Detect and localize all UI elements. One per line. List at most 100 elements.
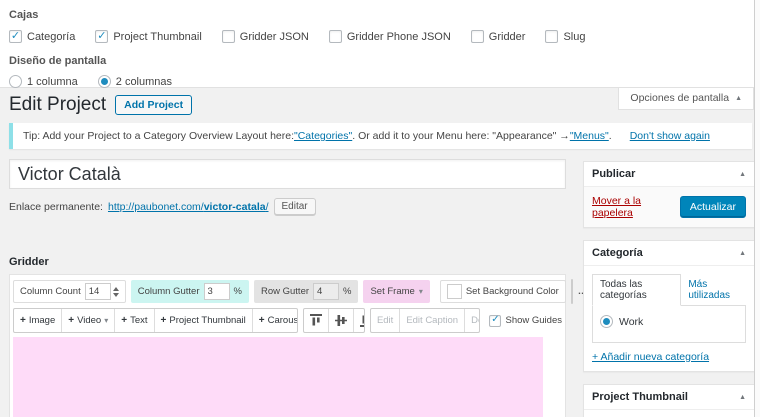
radio-icon[interactable] xyxy=(9,75,22,88)
collapse-arrow-icon[interactable]: ▲ xyxy=(739,250,746,257)
monitor-icon xyxy=(572,285,573,299)
add-new-category-link[interactable]: + Añadir nueva categoría xyxy=(592,351,709,363)
checkbox-icon[interactable] xyxy=(489,314,502,327)
row-gutter-input[interactable] xyxy=(313,283,340,300)
edit-button[interactable]: Edit xyxy=(371,309,401,332)
category-list: Work xyxy=(592,305,746,343)
align-bottom-button[interactable] xyxy=(354,309,364,332)
row-gutter-group: Row Gutter % xyxy=(253,280,359,303)
column-gutter-label: Column Gutter xyxy=(137,286,200,297)
tip-text: . Or add it to your Menu here: "Appearan… xyxy=(352,130,570,142)
tab-most-used[interactable]: Más utilizadas xyxy=(681,275,746,305)
add-project-button[interactable]: Add Project xyxy=(115,95,193,115)
edit-caption-button[interactable]: Edit Caption xyxy=(400,309,466,332)
checkbox-icon[interactable] xyxy=(221,30,235,43)
update-button[interactable]: Actualizar xyxy=(679,196,746,218)
gridder-actions-toolbar: + Image + Video ▾ + Text + Project Thumb… xyxy=(13,308,562,333)
menus-link[interactable]: "Menus" xyxy=(570,130,609,142)
chevron-down-icon: ▾ xyxy=(418,287,423,296)
device-toggle-group xyxy=(570,279,573,304)
checkbox-categoria[interactable]: Categoría xyxy=(9,30,75,43)
set-background-color-button[interactable]: Set Background Color xyxy=(439,280,566,303)
move-to-trash-link[interactable]: Mover a la papelera xyxy=(592,195,680,219)
category-metabox-body: Todas las categorías Más utilizadas Work… xyxy=(584,266,754,371)
page-header: Edit Project Add Project xyxy=(9,94,193,116)
column-count-input[interactable] xyxy=(84,283,111,300)
tip-text: . xyxy=(608,130,612,142)
category-tabs: Todas las categorías Más utilizadas xyxy=(592,274,746,306)
checkbox-gridder[interactable]: Gridder xyxy=(470,30,525,43)
add-text-button[interactable]: + Text xyxy=(115,309,155,332)
plus-icon: + xyxy=(68,315,75,326)
gridder-canvas[interactable] xyxy=(13,337,543,417)
radio-1-column[interactable]: 1 columna xyxy=(9,75,78,88)
edit-group: Edit Edit Caption Delete xyxy=(369,308,481,333)
publish-metabox-header[interactable]: Publicar ▲ xyxy=(584,162,754,187)
category-item-work[interactable]: Work xyxy=(600,315,738,328)
align-top-icon xyxy=(309,314,322,326)
checkbox-icon[interactable] xyxy=(9,30,22,43)
column-gutter-group: Column Gutter % xyxy=(130,280,249,303)
show-guides-toggle[interactable]: Show Guides xyxy=(489,314,562,327)
dont-show-again-link[interactable]: Don't show again xyxy=(630,130,710,142)
permalink-label: Enlace permanente: xyxy=(9,200,103,213)
page-title: Edit Project xyxy=(9,94,107,115)
align-top-button[interactable] xyxy=(304,309,329,332)
add-element-group: + Image + Video ▾ + Text + Project Thumb… xyxy=(13,308,298,333)
color-swatch xyxy=(446,284,462,299)
percent-label: % xyxy=(343,286,352,297)
desktop-view-button[interactable] xyxy=(572,280,573,303)
radio-icon[interactable] xyxy=(97,75,111,88)
radio-2-columns[interactable]: 2 columnas xyxy=(97,75,172,88)
delete-button[interactable]: Delete xyxy=(465,309,479,332)
project-thumbnail-header[interactable]: Project Thumbnail ▲ xyxy=(584,385,754,410)
align-group xyxy=(302,308,365,333)
tab-all-categories[interactable]: Todas las categorías xyxy=(592,274,682,306)
collapse-arrow-icon[interactable]: ▲ xyxy=(739,171,746,178)
project-thumbnail-metabox: Project Thumbnail ▲ Victor Català Cinema… xyxy=(583,384,755,417)
stepper-icon[interactable] xyxy=(112,286,119,297)
category-metabox-header[interactable]: Categoría ▲ xyxy=(584,241,754,266)
permalink-link[interactable]: http://paubonet.com/victor-catala/ xyxy=(108,201,269,213)
checkbox-icon[interactable] xyxy=(545,30,559,43)
gridder-settings-toolbar: Column Count Column Gutter % Row Gutter … xyxy=(13,279,587,304)
align-bottom-icon xyxy=(359,315,364,327)
screen-options-toggle[interactable]: Opciones de pantalla ▲ xyxy=(618,88,754,110)
tip-text: Tip: Add your Project to a Category Over… xyxy=(23,130,294,142)
column-gutter-input[interactable] xyxy=(203,283,230,300)
layout-section-title: Diseño de pantalla xyxy=(9,55,107,67)
category-metabox: Categoría ▲ Todas las categorías Más uti… xyxy=(583,240,755,372)
checkbox-gridder-json[interactable]: Gridder JSON xyxy=(221,30,309,43)
checkbox-icon[interactable] xyxy=(470,30,484,43)
sidebar: Publicar ▲ Mover a la papelera Actualiza… xyxy=(583,161,755,417)
collapse-arrow-icon: ▲ xyxy=(735,94,742,102)
column-count-label: Column Count xyxy=(20,286,81,297)
column-count-group: Column Count xyxy=(13,280,126,303)
add-project-thumbnail-button[interactable]: + Project Thumbnail xyxy=(155,309,253,332)
checkbox-project-thumbnail[interactable]: Project Thumbnail xyxy=(95,30,202,43)
plus-icon: + xyxy=(258,315,265,326)
checkbox-slug[interactable]: Slug xyxy=(545,30,586,43)
collapse-arrow-icon[interactable]: ▲ xyxy=(739,394,746,401)
add-carousel-button[interactable]: + Carousel xyxy=(253,309,297,332)
checkbox-gridder-phone-json[interactable]: Gridder Phone JSON xyxy=(328,30,451,43)
chevron-down-icon: ▾ xyxy=(104,316,109,325)
add-image-button[interactable]: + Image xyxy=(14,309,63,332)
post-title-input[interactable] xyxy=(9,159,566,189)
align-middle-button[interactable] xyxy=(329,309,354,332)
radio-icon[interactable] xyxy=(600,315,613,328)
publish-actions: Mover a la papelera Actualizar xyxy=(584,187,754,227)
percent-label: % xyxy=(233,286,242,297)
add-video-button[interactable]: + Video ▾ xyxy=(62,309,116,332)
set-frame-button[interactable]: Set Frame ▾ xyxy=(363,280,430,303)
align-middle-icon xyxy=(334,315,347,326)
checkbox-icon[interactable] xyxy=(328,30,342,43)
gridder-metabox: Column Count Column Gutter % Row Gutter … xyxy=(9,274,587,417)
plus-icon: + xyxy=(121,315,128,326)
tip-notice: Tip: Add your Project to a Category Over… xyxy=(9,123,752,149)
checkbox-icon[interactable] xyxy=(95,30,109,43)
categories-link[interactable]: "Categories" xyxy=(294,130,352,142)
project-thumbnail-body: Victor Català Cinematographer www.victor… xyxy=(584,410,754,417)
edit-permalink-button[interactable]: Editar xyxy=(273,198,316,215)
gridder-metabox-title: Gridder xyxy=(9,256,49,268)
